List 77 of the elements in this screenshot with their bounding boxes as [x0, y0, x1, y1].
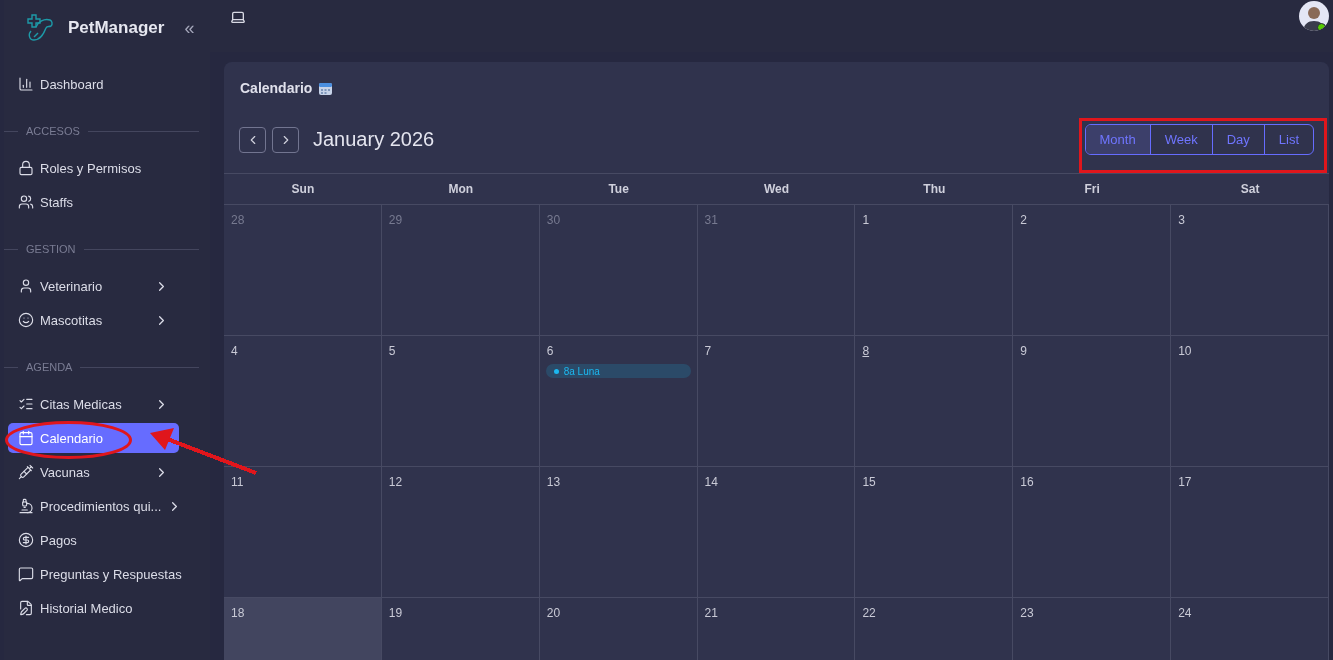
day-cell[interactable]: 7 — [697, 336, 856, 467]
day-number: 31 — [703, 213, 718, 227]
day-cell[interactable]: 1 — [855, 205, 1014, 336]
day-number: 1 — [861, 213, 870, 227]
sidebar-item[interactable]: Procedimientos qui... — [8, 491, 179, 521]
sidebar-item[interactable]: Historial Medico — [8, 593, 179, 623]
sidebar-item[interactable]: Roles y Permisos — [8, 153, 179, 183]
weekday-header: Fri — [1013, 174, 1172, 205]
day-number: 6 — [545, 344, 554, 358]
day-number: 11 — [230, 475, 244, 489]
day-cell[interactable]: 13 — [539, 467, 698, 598]
day-number: 21 — [703, 606, 718, 620]
page-title: Calendario — [240, 80, 313, 96]
day-number: 9 — [1019, 344, 1027, 358]
day-cell[interactable]: 24 — [1171, 598, 1329, 660]
weekday-header: Sun — [224, 174, 382, 205]
sidebar-item[interactable]: Staffs — [8, 187, 179, 217]
month-title: January 2026 — [313, 128, 435, 151]
day-number: 29 — [387, 213, 403, 227]
weekday-header: Wed — [697, 174, 856, 205]
sidebar-item[interactable]: Pagos — [8, 525, 179, 555]
day-number: 3 — [1177, 213, 1185, 227]
day-number: 13 — [545, 475, 561, 489]
day-cell[interactable]: 8 — [855, 336, 1014, 467]
day-number: 22 — [861, 606, 876, 620]
day-cell[interactable]: 5 — [381, 336, 540, 467]
day-number: 4 — [230, 344, 238, 358]
day-number: 5 — [387, 344, 396, 358]
day-number: 15 — [861, 475, 876, 489]
sidebar-item[interactable]: Dashboard — [8, 69, 179, 99]
day-cell[interactable]: 23 — [1013, 598, 1172, 660]
weekday-header: Thu — [855, 174, 1014, 205]
sidebar-item[interactable]: Mascotitas — [8, 305, 179, 335]
weekday-header: Mon — [381, 174, 540, 205]
sidebar-item[interactable]: Veterinario — [8, 271, 179, 301]
day-cell[interactable]: 22 — [855, 598, 1014, 660]
day-cell[interactable]: 12 — [381, 467, 540, 598]
day-number: 12 — [387, 475, 403, 489]
day-number: 18 — [230, 606, 245, 620]
day-cell[interactable]: 17 — [1171, 467, 1329, 598]
sidebar-item[interactable]: Vacunas — [8, 457, 179, 487]
day-number: 23 — [1019, 606, 1034, 620]
day-cell[interactable]: 14 — [697, 467, 856, 598]
day-cell[interactable]: 15 — [855, 467, 1014, 598]
app-name: PetManager — [68, 18, 165, 38]
day-cell[interactable]: 18 — [224, 598, 382, 660]
day-cell[interactable]: 3 — [1171, 205, 1329, 336]
day-cell[interactable]: 21 — [697, 598, 856, 660]
day-cell[interactable]: 19 — [381, 598, 540, 660]
day-number: 28 — [230, 213, 245, 227]
weekday-header: Sat — [1171, 174, 1329, 205]
day-cell[interactable]: 16 — [1013, 467, 1172, 598]
day-number: 20 — [545, 606, 561, 620]
section-label: ACCESOS — [26, 125, 80, 137]
calendar-event[interactable]: 8a Luna — [545, 364, 691, 378]
day-cell[interactable]: 20 — [539, 598, 698, 660]
day-number: 17 — [1177, 475, 1192, 489]
day-number: 30 — [545, 213, 561, 227]
day-cell[interactable]: 9 — [1013, 336, 1172, 467]
weekday-header: Tue — [539, 174, 698, 205]
collapse-sidebar-button[interactable]: « — [184, 17, 195, 39]
day-number: 16 — [1019, 475, 1034, 489]
day-cell[interactable]: 6 8a Luna — [539, 336, 698, 467]
day-number: 7 — [703, 344, 712, 358]
day-cell[interactable]: 4 — [224, 336, 382, 467]
section-label: AGENDA — [26, 361, 73, 373]
day-cell[interactable]: 10 — [1171, 336, 1329, 467]
day-number: 24 — [1177, 606, 1192, 620]
section-label: GESTION — [26, 243, 76, 255]
day-number: 14 — [703, 475, 718, 489]
sidebar-item[interactable]: Citas Medicas — [8, 389, 179, 419]
event-label: 8a Luna — [563, 365, 600, 377]
day-number: 10 — [1177, 344, 1192, 358]
day-cell[interactable]: 2 — [1013, 205, 1172, 336]
day-number: 2 — [1019, 213, 1027, 227]
day-number: 8 — [861, 344, 870, 358]
day-number: 19 — [387, 606, 403, 620]
